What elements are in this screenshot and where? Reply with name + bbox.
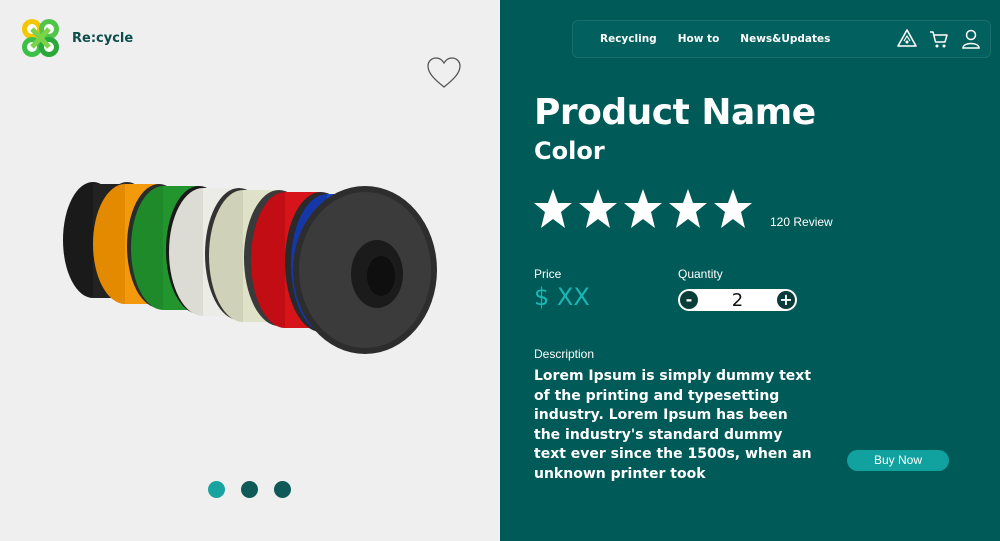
star-icon[interactable] bbox=[713, 188, 753, 230]
description-label: Description bbox=[534, 347, 595, 361]
top-navigation: Recycling How to News&Updates bbox=[572, 20, 991, 58]
product-gallery-panel: Re:cycle bbox=[0, 0, 500, 541]
recycle-bin-icon[interactable] bbox=[896, 28, 918, 50]
quantity-stepper: - 2 + bbox=[678, 289, 797, 311]
filament-spools-image bbox=[63, 182, 437, 354]
review-count[interactable]: 120 Review bbox=[770, 215, 833, 229]
buy-now-button[interactable]: Buy Now bbox=[847, 450, 949, 471]
favorite-heart-icon[interactable] bbox=[426, 56, 462, 90]
rating-stars bbox=[533, 188, 753, 230]
quantity-decrease-button[interactable]: - bbox=[680, 291, 698, 309]
user-icon[interactable] bbox=[960, 28, 982, 50]
star-icon[interactable] bbox=[668, 188, 708, 230]
nav-link-how-to[interactable]: How to bbox=[678, 33, 720, 45]
price-value: $ XX bbox=[534, 283, 590, 311]
cart-icon[interactable] bbox=[928, 28, 950, 50]
brand-name: Re:cycle bbox=[72, 30, 134, 46]
recycle-logo-icon bbox=[22, 19, 59, 57]
price-label: Price bbox=[534, 267, 562, 281]
nav-link-recycling[interactable]: Recycling bbox=[600, 33, 657, 45]
product-name: Product Name bbox=[534, 92, 816, 133]
carousel-dot-1[interactable] bbox=[208, 481, 225, 498]
star-icon[interactable] bbox=[623, 188, 663, 230]
nav-link-news-updates[interactable]: News&Updates bbox=[740, 33, 830, 45]
quantity-increase-button[interactable]: + bbox=[776, 291, 795, 309]
carousel-dot-3[interactable] bbox=[274, 481, 291, 498]
star-icon[interactable] bbox=[578, 188, 618, 230]
quantity-value[interactable]: 2 bbox=[732, 290, 743, 311]
star-icon[interactable] bbox=[533, 188, 573, 230]
product-color: Color bbox=[534, 137, 605, 165]
quantity-label: Quantity bbox=[678, 267, 723, 281]
carousel-dot-2[interactable] bbox=[241, 481, 258, 498]
description-text: Lorem Ipsum is simply dummy text of the … bbox=[534, 368, 812, 482]
brand-logo[interactable]: Re:cycle bbox=[18, 16, 133, 60]
carousel-dots bbox=[208, 481, 291, 498]
product-details-panel: Recycling How to News&Updates Product Na… bbox=[500, 0, 1000, 541]
